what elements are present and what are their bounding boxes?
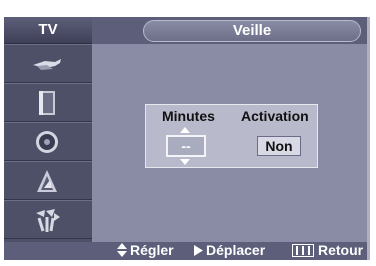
sidebar-item-sound[interactable] <box>4 122 92 161</box>
sidebar-item-setup[interactable] <box>4 200 92 239</box>
tv-osd-menu: TV Veille Minutes Activation -- Non Régl… <box>0 0 376 266</box>
sidebar-item-input[interactable] <box>4 44 92 83</box>
picture-icon <box>39 91 55 115</box>
sidebar-item-picture[interactable] <box>4 83 92 122</box>
tv-tab[interactable]: TV <box>4 17 92 44</box>
antenna-icon <box>33 59 61 70</box>
channel-icon <box>37 170 57 192</box>
menu-title: Veille <box>143 20 361 42</box>
setup-icon <box>36 209 60 232</box>
return-hint: Retour <box>318 242 364 258</box>
increase-arrow-icon[interactable] <box>180 127 190 133</box>
move-hint: Déplacer <box>206 242 266 258</box>
speaker-icon <box>36 131 58 153</box>
menu-edge <box>367 17 370 260</box>
up-down-arrows-icon <box>117 243 127 257</box>
menu-icon <box>292 244 314 257</box>
adjust-hint: Régler <box>130 242 174 258</box>
minutes-label: Minutes <box>162 108 215 124</box>
decrease-arrow-icon[interactable] <box>180 159 190 165</box>
sidebar <box>4 44 92 242</box>
activation-label: Activation <box>241 108 309 124</box>
minutes-value[interactable]: -- <box>166 135 206 157</box>
activation-value[interactable]: Non <box>257 136 301 156</box>
sidebar-item-channel[interactable] <box>4 161 92 200</box>
right-arrow-icon <box>194 245 203 256</box>
